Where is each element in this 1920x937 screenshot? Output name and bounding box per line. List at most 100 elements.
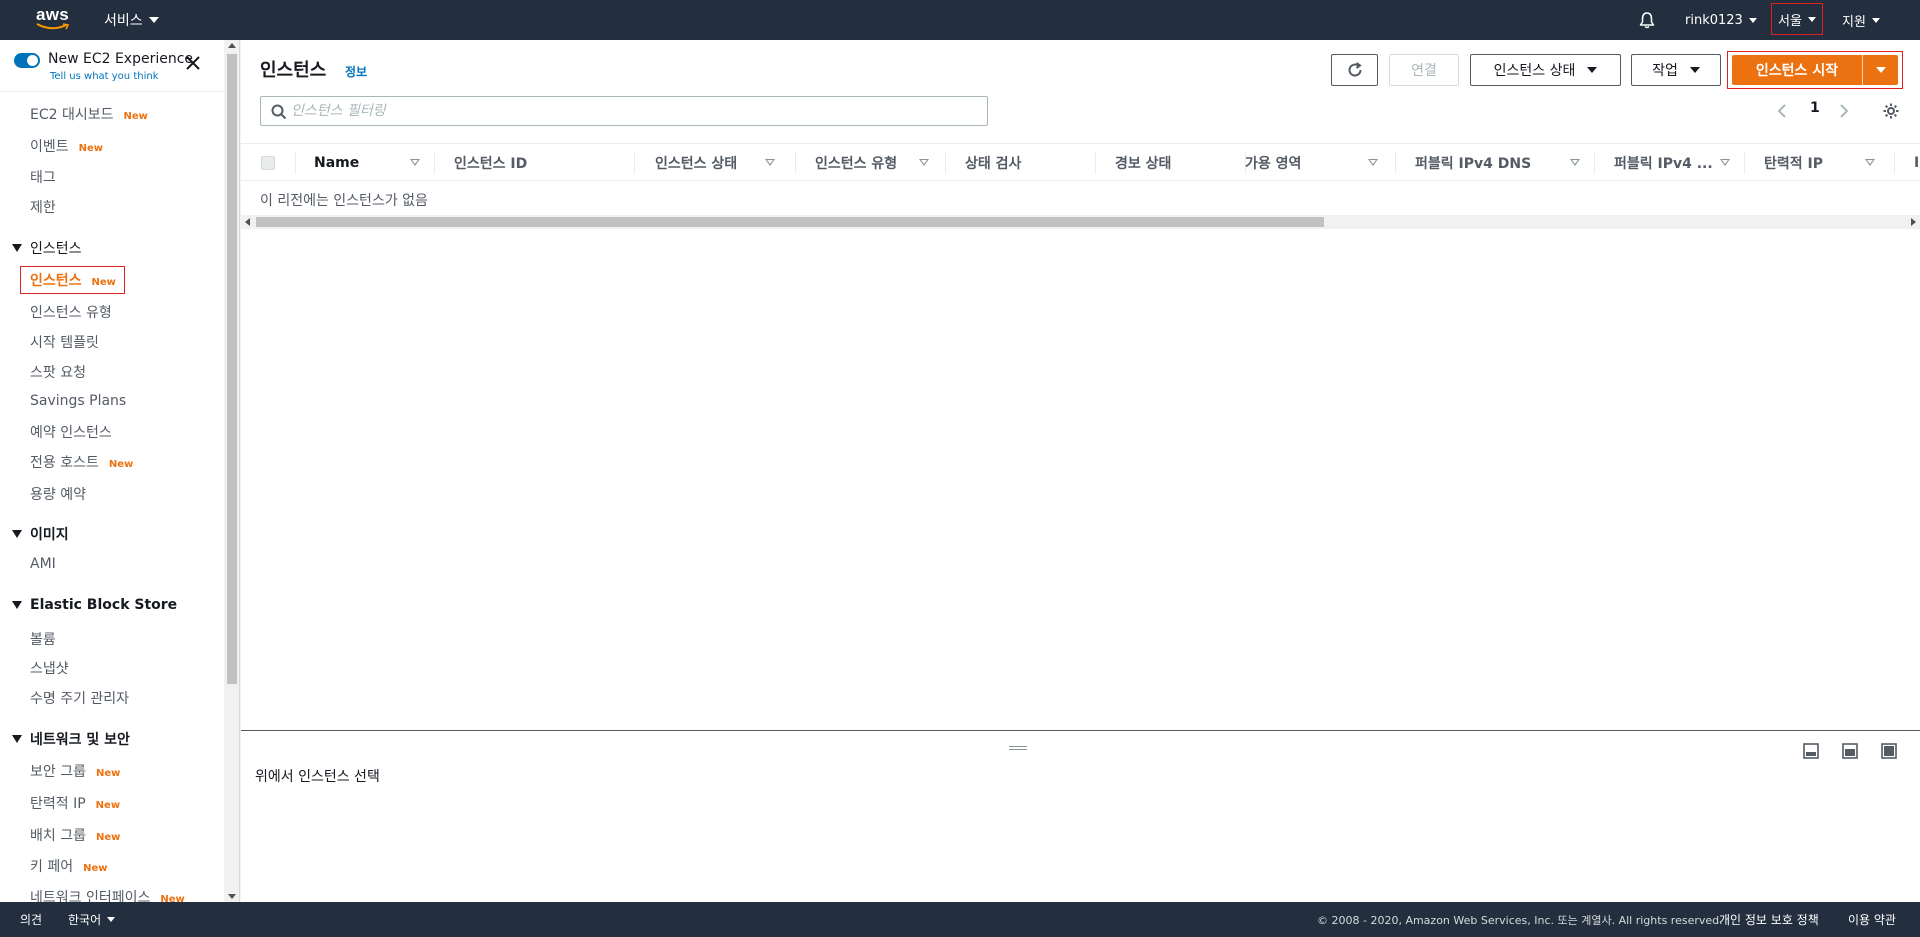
sort-icon[interactable]: [765, 159, 775, 166]
language-selector[interactable]: 한국어: [68, 902, 116, 937]
sidebar-item-placement-groups[interactable]: 배치 그룹 New: [30, 825, 120, 845]
sidebar-item-label: 볼륨: [30, 632, 56, 648]
chevron-right-icon[interactable]: [1839, 103, 1849, 119]
sidebar-item-events[interactable]: 이벤트 New: [30, 136, 103, 156]
sidebar-item-instances[interactable]: 인스턴스 New: [30, 270, 116, 290]
sort-icon[interactable]: [1720, 159, 1730, 166]
sidebar-item-tags[interactable]: 태그: [30, 167, 56, 187]
page-number[interactable]: 1: [1810, 100, 1820, 116]
services-label: 서비스: [104, 13, 143, 29]
sidebar-item-label: 이벤트: [30, 139, 69, 155]
sort-icon[interactable]: [410, 159, 420, 166]
scroll-down-icon[interactable]: [228, 894, 236, 899]
scrollbar-thumb[interactable]: [227, 54, 237, 684]
region-menu[interactable]: 서울: [1771, 3, 1823, 35]
sidebar-item-security-groups[interactable]: 보안 그룹 New: [30, 761, 120, 781]
sidebar-section-network-security[interactable]: 네트워크 및 보안: [12, 729, 130, 749]
sidebar-item-ec2-dashboard[interactable]: EC2 대시보드 New: [30, 104, 148, 124]
notifications-button[interactable]: [1638, 0, 1656, 40]
services-menu[interactable]: 서비스: [104, 0, 159, 40]
column-header-instance-type[interactable]: 인스턴스 유형: [815, 144, 945, 182]
sidebar-item-elastic-ips[interactable]: 탄력적 IP New: [30, 793, 120, 813]
column-header-instance-id[interactable]: 인스턴스 ID: [454, 144, 634, 182]
sidebar-item-limits[interactable]: 제한: [30, 197, 56, 217]
aws-logo-text: aws: [36, 5, 70, 24]
aws-logo[interactable]: aws: [36, 6, 72, 34]
column-header-name[interactable]: Name: [314, 144, 427, 182]
sidebar-item-capacity-reservations[interactable]: 용량 예약: [30, 484, 86, 504]
column-divider: [1744, 152, 1745, 174]
table-horizontal-scrollbar[interactable]: [241, 215, 1920, 229]
column-header-truncated[interactable]: I: [1914, 144, 1920, 182]
column-header-instance-state[interactable]: 인스턴스 상태: [655, 144, 795, 182]
search-input[interactable]: [291, 101, 971, 121]
sidebar-item-spot-requests[interactable]: 스팟 요청: [30, 362, 86, 382]
sidebar-item-dedicated-hosts[interactable]: 전용 호스트 New: [30, 452, 133, 472]
new-experience-toggle[interactable]: [14, 53, 40, 68]
info-link[interactable]: 정보: [345, 63, 367, 80]
sidebar-item-snapshots[interactable]: 스냅샷: [30, 658, 69, 678]
resize-handle[interactable]: [1009, 746, 1027, 750]
connect-button[interactable]: 연결: [1389, 54, 1459, 86]
close-icon[interactable]: [184, 54, 202, 72]
launch-dropdown-button[interactable]: [1863, 67, 1898, 73]
privacy-policy-link[interactable]: 개인 정보 보호 정책: [1719, 902, 1819, 937]
select-all-checkbox[interactable]: [261, 156, 275, 170]
actions-button[interactable]: 작업: [1631, 54, 1721, 86]
instance-state-button[interactable]: 인스턴스 상태: [1470, 54, 1621, 86]
sidebar-item-ami[interactable]: AMI: [30, 556, 56, 572]
sidebar-item-reserved-instances[interactable]: 예약 인스턴스: [30, 422, 112, 442]
sidebar-item-label: 배치 그룹: [30, 828, 86, 844]
support-menu[interactable]: 지원: [1842, 0, 1880, 40]
scroll-left-icon[interactable]: [245, 218, 250, 226]
scroll-right-icon[interactable]: [1911, 218, 1916, 226]
column-header-alarm-status[interactable]: 경보 상태: [1115, 144, 1245, 182]
column-header-public-ipv4[interactable]: 퍼블릭 IPv4 ...: [1614, 144, 1744, 182]
feedback-link[interactable]: Tell us what you think: [50, 71, 159, 82]
sidebar-item-network-interfaces[interactable]: 네트워크 인터페이스 New: [30, 887, 185, 902]
new-badge: New: [83, 863, 108, 874]
sidebar-item-savings-plans[interactable]: Savings Plans: [30, 393, 126, 409]
column-header-elastic-ip[interactable]: 탄력적 IP: [1764, 144, 1894, 182]
scroll-up-icon[interactable]: [228, 43, 236, 48]
new-badge: New: [95, 832, 121, 843]
instances-panel: 인스턴스 정보 연결 인스턴스 상태 작업 인스턴스 시작 1: [241, 40, 1920, 730]
sidebar-item-label: 키 페어: [30, 859, 74, 875]
split-side-layout-icon[interactable]: [1842, 743, 1858, 759]
new-badge: New: [123, 111, 148, 122]
account-menu[interactable]: rink0123: [1685, 0, 1757, 40]
sidebar-item-lifecycle-manager[interactable]: 수명 주기 관리자: [30, 688, 129, 708]
collapse-triangle-icon: [12, 601, 22, 609]
sort-icon[interactable]: [1865, 159, 1875, 166]
sidebar-item-launch-templates[interactable]: 시작 템플릿: [30, 332, 99, 352]
scrollbar-thumb[interactable]: [256, 217, 1324, 227]
column-label: 인스턴스 상태: [655, 156, 738, 172]
chevron-left-icon[interactable]: [1777, 103, 1787, 119]
sort-icon[interactable]: [1570, 159, 1580, 166]
sidebar-item-volumes[interactable]: 볼륨: [30, 629, 56, 649]
full-panel-layout-icon[interactable]: [1881, 743, 1897, 759]
sidebar-item-instance-types[interactable]: 인스턴스 유형: [30, 302, 112, 322]
new-badge: New: [108, 459, 134, 470]
sidebar-scrollbar[interactable]: [224, 40, 239, 902]
launch-instances-button[interactable]: 인스턴스 시작: [1732, 55, 1898, 85]
refresh-button[interactable]: [1331, 54, 1378, 86]
column-header-availability-zone[interactable]: 가용 영역: [1245, 144, 1405, 182]
sidebar-section-instances[interactable]: 인스턴스: [12, 238, 82, 258]
new-badge: New: [95, 768, 121, 779]
terms-link[interactable]: 이용 약관: [1848, 902, 1896, 937]
sidebar-section-ebs[interactable]: Elastic Block Store: [12, 597, 177, 613]
sort-icon[interactable]: [919, 159, 929, 166]
sidebar-item-key-pairs[interactable]: 키 페어 New: [30, 856, 107, 876]
feedback-button[interactable]: 의견: [20, 902, 42, 937]
column-header-public-ipv4-dns[interactable]: 퍼블릭 IPv4 DNS: [1415, 144, 1595, 182]
sidebar-item-label: 보안 그룹: [30, 764, 86, 780]
split-bottom-layout-icon[interactable]: [1803, 743, 1819, 759]
column-header-status-check[interactable]: 상태 검사: [965, 144, 1095, 182]
gear-icon[interactable]: [1882, 102, 1900, 120]
sidebar-section-images[interactable]: 이미지: [12, 524, 69, 544]
sort-icon[interactable]: [1368, 159, 1378, 166]
column-label: 인스턴스 ID: [454, 156, 528, 172]
sidebar-item-label: 네트워크 인터페이스: [30, 890, 151, 902]
bell-icon: [1639, 12, 1655, 29]
